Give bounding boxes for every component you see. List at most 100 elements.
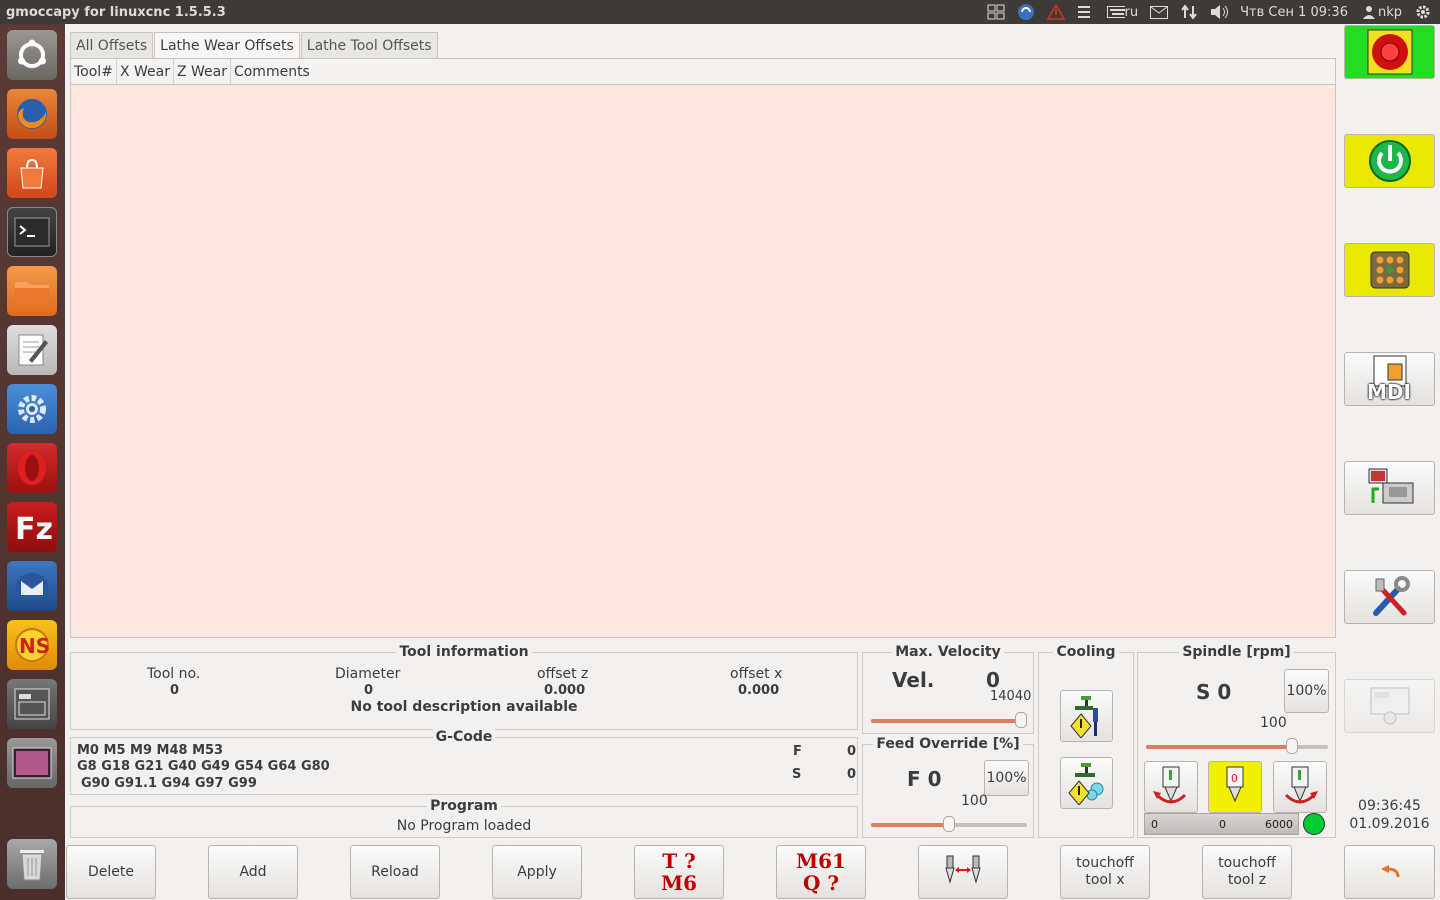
velocity-label: Vel. <box>892 668 935 692</box>
tab-lathe-tool-offsets[interactable]: Lathe Tool Offsets <box>300 32 438 58</box>
system-settings-icon[interactable] <box>7 384 57 434</box>
tab-all-offsets[interactable]: All Offsets <box>70 32 154 58</box>
column-tool-number[interactable]: Tool# <box>71 59 117 84</box>
column-z-wear[interactable]: Z Wear <box>174 59 231 84</box>
auto-mode-button[interactable] <box>1344 461 1435 515</box>
volume-icon[interactable] <box>1210 4 1229 20</box>
workspace-switcher-icon[interactable] <box>987 4 1005 20</box>
add-button[interactable]: Add <box>208 845 298 899</box>
set-tool-m61-button[interactable]: M61 Q ? <box>776 845 866 899</box>
gcode-title: G-Code <box>432 729 496 745</box>
spindle-stop-button[interactable]: 0 <box>1208 761 1262 813</box>
offset-x-value: 0.000 <box>738 683 780 698</box>
mdi-mode-button[interactable]: MDI <box>1344 352 1435 406</box>
touchoff-x-line-2: tool x <box>1085 872 1125 888</box>
user-menu[interactable]: nkp <box>1360 4 1402 20</box>
launcher: Fz NS <box>0 24 65 900</box>
settings-button[interactable] <box>1344 570 1435 624</box>
manual-mode-button[interactable] <box>1344 243 1435 297</box>
back-arrow-icon <box>1380 865 1399 878</box>
feed-override-knob[interactable] <box>943 816 955 832</box>
mail-icon[interactable] <box>1150 4 1169 20</box>
tools-settings-icon <box>1372 576 1410 616</box>
tool-change-t-m6-button[interactable]: T ? M6 <box>634 845 724 899</box>
user-icon <box>1360 4 1378 20</box>
keyboard-indicator[interactable]: ru <box>1106 4 1139 20</box>
feed-override-reset-button[interactable]: 100% <box>984 760 1029 796</box>
machine-clock: 09:36:45 01.09.2016 <box>1344 798 1435 833</box>
velocity-max: 14040 <box>990 689 1032 704</box>
spindle-forward-button[interactable] <box>1144 761 1198 813</box>
t-m6-line-1: T ? <box>662 849 696 873</box>
flood-coolant-button[interactable] <box>1060 690 1113 742</box>
auto-cnc-icon <box>1368 468 1413 504</box>
change-tool-button[interactable] <box>918 845 1008 899</box>
nutscript-icon[interactable]: NS <box>7 620 57 670</box>
column-x-wear[interactable]: X Wear <box>117 59 174 84</box>
max-velocity-slider[interactable] <box>871 711 1027 731</box>
spindle-override-knob[interactable] <box>1286 738 1298 754</box>
thunderbird-icon[interactable] <box>7 561 57 611</box>
tool-description: No tool description available <box>350 699 578 715</box>
spindle-override-reset-button[interactable]: 100% <box>1284 669 1329 713</box>
offset-x-label: offset x <box>730 666 783 682</box>
tool-no-value: 0 <box>170 683 180 698</box>
user-tabs-button[interactable] <box>1344 679 1435 733</box>
column-comments[interactable]: Comments <box>231 59 313 84</box>
text-editor-icon[interactable] <box>7 325 57 375</box>
keyboard-layout: ru <box>1124 4 1139 20</box>
software-center-icon[interactable] <box>7 148 57 198</box>
power-icon <box>1368 140 1411 182</box>
firefox-icon[interactable] <box>7 89 57 139</box>
spindle-stop-icon: 0 <box>1226 766 1244 803</box>
tab-lathe-wear-offsets[interactable]: Lathe Wear Offsets <box>154 32 300 59</box>
offset-z-value: 0.000 <box>544 683 586 698</box>
clock-indicator[interactable]: Чтв Сен 1 09:36 <box>1240 5 1348 20</box>
network-icon[interactable] <box>1180 4 1198 20</box>
apply-button[interactable]: Apply <box>492 845 582 899</box>
touchoff-tool-x-button[interactable]: touchoff tool x <box>1060 845 1150 899</box>
t-m6-line-2: M6 <box>660 871 698 895</box>
reload-button[interactable]: Reload <box>350 845 440 899</box>
touchoff-z-line-1: touchoff <box>1218 855 1276 872</box>
emergency-stop-button[interactable] <box>1344 25 1435 79</box>
workspaces-icon[interactable] <box>7 738 57 788</box>
files-icon[interactable] <box>7 266 57 316</box>
machine-power-button[interactable] <box>1344 134 1435 188</box>
update-icon[interactable] <box>1017 4 1035 20</box>
spindle-at-speed-led <box>1303 813 1325 835</box>
exit-button[interactable] <box>1344 845 1435 899</box>
offset-tabs: All Offsets Lathe Wear Offsets Lathe Too… <box>70 32 439 59</box>
terminal-icon[interactable] <box>7 207 57 257</box>
offset-z-label: offset z <box>537 666 589 682</box>
tool-information-title: Tool information <box>396 644 532 660</box>
warning-icon[interactable] <box>1046 4 1065 20</box>
keyboard-icon <box>1106 4 1125 20</box>
spindle-forward-icon <box>1153 766 1187 804</box>
ubuntu-dash-icon[interactable] <box>7 30 57 80</box>
mist-coolant-button[interactable] <box>1060 757 1113 809</box>
touchoff-tool-z-button[interactable]: touchoff tool z <box>1202 845 1292 899</box>
delete-button[interactable]: Delete <box>66 845 156 899</box>
gear-icon[interactable] <box>1414 4 1432 20</box>
spindle-speed-label: S 0 <box>1196 680 1232 704</box>
menu-list-icon[interactable] <box>1077 4 1095 20</box>
jog-buttons-icon <box>1370 251 1409 289</box>
wear-offsets-table[interactable]: Tool# X Wear Z Wear Comments <box>70 58 1336 638</box>
svg-text:0: 0 <box>1231 772 1238 785</box>
program-status: No Program loaded <box>396 818 532 834</box>
program-panel: Program No Program loaded <box>70 798 858 838</box>
max-velocity-knob[interactable] <box>1015 712 1027 728</box>
spindle-reverse-button[interactable] <box>1273 761 1327 813</box>
cooling-title: Cooling <box>1053 644 1119 660</box>
filezilla-icon[interactable]: Fz <box>7 502 57 552</box>
spindle-override-slider[interactable] <box>1146 737 1328 757</box>
spindle-speed-bar: 0 0 6000 <box>1144 813 1299 835</box>
max-velocity-title: Max. Velocity <box>892 644 1004 660</box>
spindle-panel: Spindle [rpm] S 0 100% 100 0 0 0 6000 <box>1137 644 1336 838</box>
flood-coolant-icon <box>1069 696 1098 738</box>
trash-icon[interactable] <box>7 839 57 889</box>
window-app-icon[interactable] <box>7 679 57 729</box>
opera-icon[interactable] <box>7 443 57 493</box>
feed-override-slider[interactable] <box>871 815 1027 835</box>
